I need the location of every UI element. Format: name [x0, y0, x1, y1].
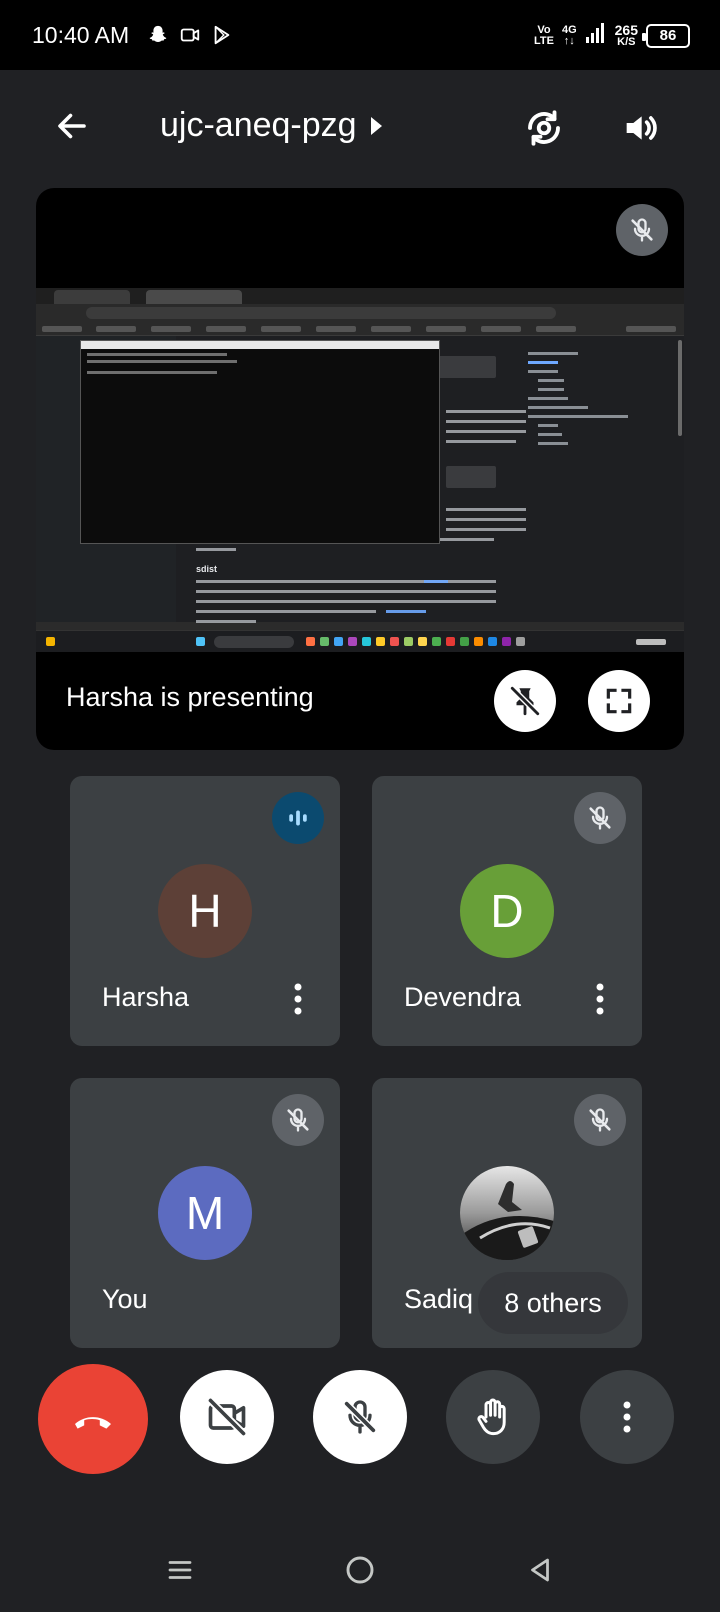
- participant-name: Harsha: [102, 982, 190, 1012]
- browser-bookmarks: [36, 322, 684, 336]
- home-circle-icon: [346, 1556, 374, 1584]
- presenting-label: Harsha is presenting: [66, 682, 314, 712]
- arrow-left-icon: [58, 113, 86, 139]
- muted-indicator: [272, 1094, 324, 1146]
- mic-off-icon: [344, 1400, 376, 1434]
- microphone-toggle-button[interactable]: [313, 1370, 407, 1464]
- muted-indicator: [574, 792, 626, 844]
- data-speed: 265 K/S: [614, 22, 638, 48]
- participant-options-button[interactable]: [588, 980, 612, 1018]
- browser-address-bar: [36, 304, 684, 322]
- camera-toggle-button[interactable]: [180, 1370, 274, 1464]
- fullscreen-button[interactable]: [588, 670, 650, 732]
- meeting-header: ujc-aneq-pzg: [0, 70, 720, 180]
- switch-camera-icon: [528, 110, 560, 146]
- avatar-photo: [460, 1166, 554, 1260]
- presentation-tile[interactable]: sdist Harsha is presenting: [36, 188, 684, 750]
- mic-off-icon: [589, 1108, 611, 1132]
- call-end-icon: [75, 1417, 111, 1429]
- status-time: 10:40 AM: [32, 22, 130, 48]
- video-call-icon: [178, 23, 202, 47]
- others-count-button[interactable]: 8 others: [478, 1272, 628, 1334]
- avatar: H: [158, 864, 252, 958]
- presenter-muted-indicator: [616, 204, 668, 256]
- video-off-icon: [207, 1397, 247, 1437]
- participant-tile-harsha[interactable]: H Harsha: [70, 776, 340, 1046]
- fullscreen-icon: [606, 688, 632, 714]
- network-type: 4G ↑↓: [561, 23, 577, 47]
- caret-right-icon: [370, 116, 382, 135]
- participant-name: Sadiq: [404, 1284, 474, 1314]
- back-button[interactable]: [48, 102, 96, 150]
- mic-off-icon: [589, 806, 611, 830]
- participant-tile-devendra[interactable]: D Devendra: [372, 776, 642, 1046]
- status-bar: 10:40 AM Vo LTE 4G ↑↓ 265 K/S 86: [0, 0, 720, 70]
- unpin-icon: [509, 685, 541, 717]
- snapchat-icon: [146, 23, 170, 47]
- browser-tabs: [36, 288, 684, 304]
- avatar: D: [460, 864, 554, 958]
- end-call-button[interactable]: [38, 1364, 148, 1474]
- participant-options-button[interactable]: [286, 980, 310, 1018]
- more-vert-icon: [623, 1401, 631, 1433]
- volume-icon: [626, 116, 657, 140]
- menu-icon: [168, 1561, 192, 1579]
- system-nav-bar: [0, 1530, 720, 1612]
- audio-output-button[interactable]: [616, 104, 664, 152]
- switch-camera-button[interactable]: [520, 104, 568, 152]
- meeting-code-button[interactable]: ujc-aneq-pzg: [160, 106, 382, 145]
- participant-name: You: [102, 1284, 148, 1314]
- raise-hand-button[interactable]: [446, 1370, 540, 1464]
- mic-off-icon: [287, 1108, 309, 1132]
- terminal-window: [80, 340, 440, 544]
- unpin-button[interactable]: [494, 670, 556, 732]
- shared-taskbar: [36, 630, 684, 652]
- play-store-icon: [210, 23, 234, 47]
- signal-icon: [585, 22, 607, 49]
- page-toc: [528, 346, 658, 466]
- mic-off-icon: [631, 218, 653, 242]
- muted-indicator: [574, 1094, 626, 1146]
- shared-screen-heading: sdist: [196, 564, 218, 574]
- more-vert-icon: [596, 983, 604, 1015]
- audio-wave-icon: [289, 810, 307, 826]
- shared-screen: sdist: [36, 288, 684, 652]
- more-vert-icon: [294, 983, 302, 1015]
- call-controls: [0, 1364, 720, 1490]
- participant-tile-sadiq[interactable]: Sadiq 8 others: [372, 1078, 642, 1348]
- browser-page: sdist: [36, 336, 684, 623]
- triangle-back-icon: [531, 1558, 549, 1582]
- more-options-button[interactable]: [580, 1370, 674, 1464]
- meeting-code: ujc-aneq-pzg: [160, 106, 357, 144]
- avatar: M: [158, 1166, 252, 1260]
- participant-name: Devendra: [404, 982, 522, 1012]
- nav-back-button[interactable]: [510, 1544, 570, 1596]
- participant-tile-you[interactable]: M You: [70, 1078, 340, 1348]
- volte-indicator: Vo LTE: [533, 23, 554, 47]
- hand-icon: [477, 1398, 506, 1436]
- speaking-indicator: [272, 792, 324, 844]
- nav-recents-button[interactable]: [150, 1544, 210, 1596]
- battery-indicator: 86: [642, 23, 690, 48]
- nav-home-button[interactable]: [330, 1544, 390, 1596]
